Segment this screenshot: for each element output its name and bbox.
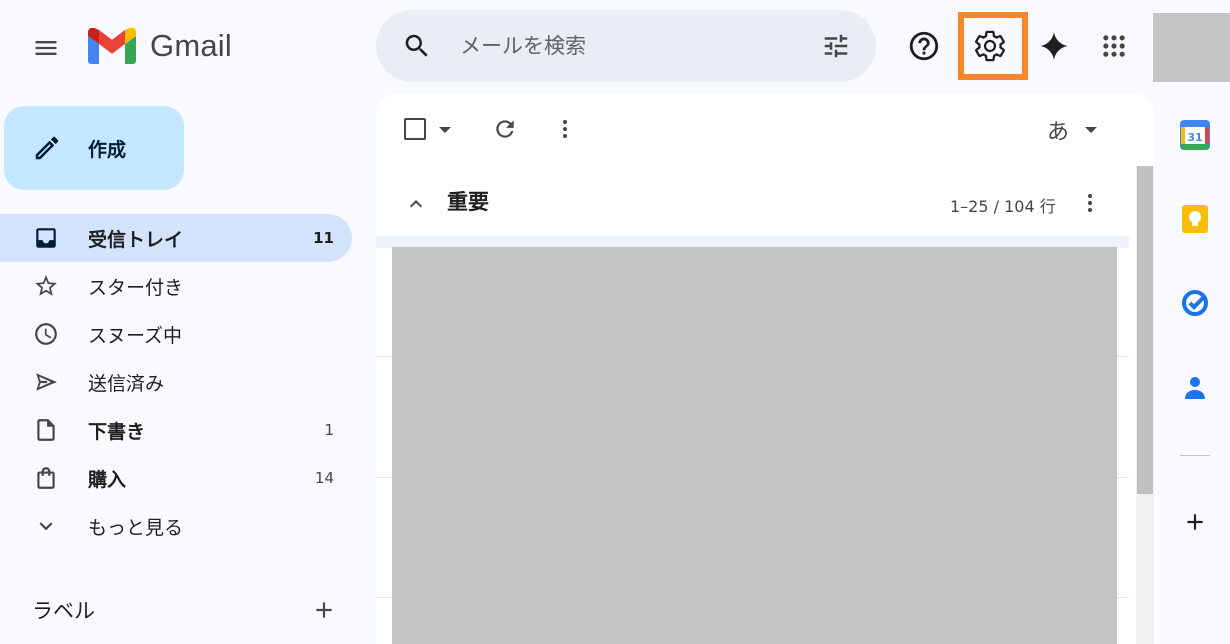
send-icon — [32, 368, 60, 396]
hamburger-menu-icon — [35, 41, 57, 55]
sidebar-item-inbox[interactable]: 受信トレイ 11 — [0, 214, 352, 262]
support-button[interactable] — [900, 22, 948, 70]
inbox-icon — [32, 224, 60, 252]
section-title: 重要 — [447, 190, 489, 214]
vertical-dots-icon — [1088, 194, 1092, 212]
calendar-day: 31 — [1187, 131, 1202, 144]
select-all-checkbox[interactable] — [404, 118, 426, 140]
chevron-up-icon — [410, 200, 422, 208]
sidebar-item-label: 受信トレイ — [88, 228, 184, 251]
more-actions-button[interactable] — [552, 114, 578, 144]
chevron-down-icon — [32, 512, 60, 540]
pencil-icon — [32, 133, 62, 163]
clock-icon — [32, 320, 60, 348]
calendar-icon: 31 — [1180, 120, 1210, 150]
sidebar-item-snoozed[interactable]: スヌーズ中 — [0, 310, 352, 358]
apps-grid-icon — [1103, 35, 1125, 57]
search-bar[interactable] — [376, 10, 876, 82]
gemini-button[interactable] — [1030, 22, 1078, 70]
calendar-app-button[interactable]: 31 — [1178, 118, 1212, 152]
contacts-person-icon — [1185, 377, 1205, 399]
sidebar-item-label: スター付き — [88, 276, 184, 299]
account-avatar[interactable] — [1153, 13, 1230, 82]
sidebar-item-label: 送信済み — [88, 372, 165, 395]
get-addons-button[interactable] — [1178, 505, 1212, 539]
create-label-button[interactable] — [306, 592, 342, 628]
keep-lightbulb-icon — [1182, 205, 1208, 233]
sidebar-item-starred[interactable]: スター付き — [0, 262, 352, 310]
section-collapse-button[interactable] — [404, 192, 428, 216]
tasks-app-button[interactable] — [1178, 286, 1212, 320]
main-menu-button[interactable] — [22, 24, 70, 72]
input-tools-caret[interactable] — [1082, 124, 1100, 136]
tasks-check-icon — [1182, 290, 1208, 316]
shopping-bag-icon — [32, 464, 60, 492]
settings-highlight-box — [958, 12, 1028, 80]
search-options-button[interactable] — [820, 30, 852, 62]
select-options-button[interactable] — [436, 124, 454, 136]
pagination-range[interactable]: 1–25 / 104 行 — [950, 193, 1056, 217]
sidebar-item-label: もっと見る — [88, 516, 184, 539]
input-tools-button[interactable]: あ — [1047, 114, 1069, 146]
scrollbar-thumb[interactable] — [1137, 166, 1153, 494]
google-apps-button[interactable] — [1090, 22, 1138, 70]
sidebar-item-label: 購入 — [88, 468, 127, 491]
sidebar-item-sent[interactable]: 送信済み — [0, 358, 352, 406]
sidebar-item-label: 下書き — [88, 420, 146, 443]
keep-app-button[interactable] — [1178, 202, 1212, 236]
sparkle-icon — [1039, 31, 1069, 61]
search-input[interactable] — [460, 34, 820, 58]
plus-icon — [1187, 514, 1203, 530]
help-icon — [909, 31, 939, 61]
star-icon — [32, 272, 60, 300]
sidebar-item-label: スヌーズ中 — [88, 324, 183, 347]
contacts-app-button[interactable] — [1178, 370, 1212, 404]
caret-down-icon — [439, 127, 451, 133]
gmail-m-icon — [88, 28, 136, 64]
refresh-button[interactable] — [490, 114, 520, 144]
search-icon[interactable] — [402, 31, 432, 61]
unread-count: 11 — [313, 229, 334, 247]
app-name: Gmail — [150, 28, 232, 63]
sidebar-item-purchases[interactable]: 購入 14 — [0, 454, 352, 502]
refresh-icon — [496, 120, 514, 138]
gmail-logo[interactable]: Gmail — [88, 28, 232, 64]
compose-label: 作成 — [88, 138, 127, 161]
caret-down-icon — [1085, 127, 1097, 133]
labels-heading: ラベル — [32, 599, 95, 623]
side-panel-divider — [1180, 455, 1210, 456]
sidebar-item-drafts[interactable]: 下書き 1 — [0, 406, 352, 454]
plus-icon — [316, 602, 332, 618]
compose-button[interactable]: 作成 — [4, 106, 184, 190]
vertical-dots-icon — [563, 120, 567, 138]
sidebar-item-more[interactable]: もっと見る — [0, 502, 352, 550]
tune-icon — [824, 34, 848, 58]
email-list-redacted-area[interactable] — [392, 247, 1117, 644]
draft-icon — [32, 416, 60, 444]
purchases-count: 14 — [314, 469, 334, 487]
section-options-button[interactable] — [1078, 188, 1102, 218]
draft-count: 1 — [324, 421, 334, 439]
